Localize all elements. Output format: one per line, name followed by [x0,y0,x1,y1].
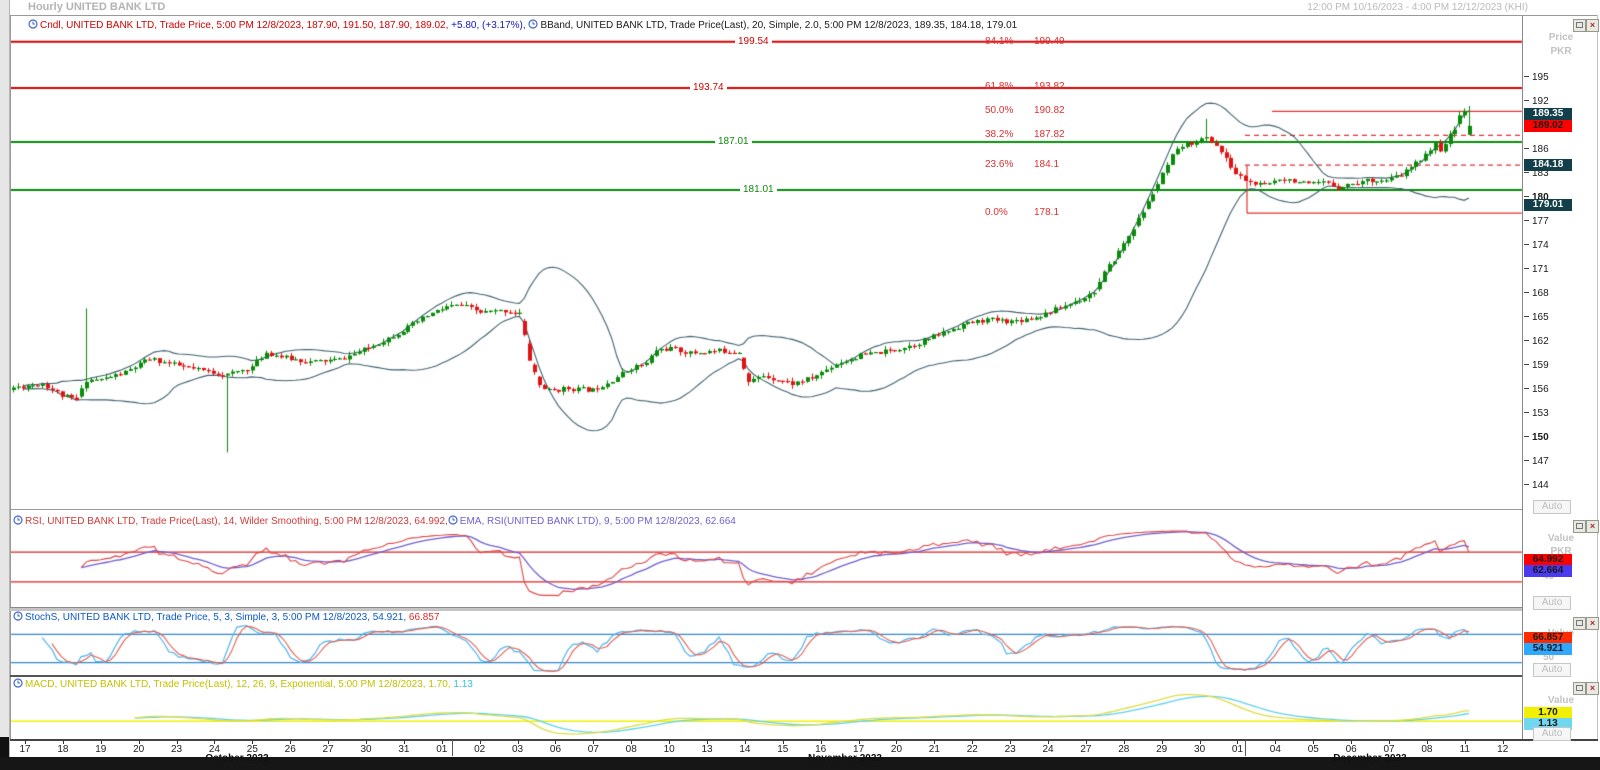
chart-window: Hourly UNITED BANK LTD 12:00 PM 10/16/20… [0,0,1600,770]
window-title: Hourly UNITED BANK LTD [28,1,166,13]
candle-change-text: +5.80, (+3.17%), [448,20,526,31]
date-range-label: 12:00 PM 10/16/2023 - 4:00 PM 12/12/2023… [1307,2,1528,13]
bband-legend-text: BBand, UNITED BANK LTD, Trade Price(Last… [540,20,1018,31]
window-bottom-bar [0,757,1600,770]
main-legend[interactable]: Cndl, UNITED BANK LTD, Trade Price, 5:00… [28,19,1017,31]
candle-legend-text: Cndl, UNITED BANK LTD, Trade Price, 5:00… [40,20,449,31]
window-left-edge [0,0,10,770]
price-axis-title: Price [1548,32,1574,43]
clock-icon [28,19,38,29]
clock-icon [528,19,539,29]
price-axis-currency: PKR [1550,46,1572,57]
chart-canvas[interactable] [0,0,1600,770]
